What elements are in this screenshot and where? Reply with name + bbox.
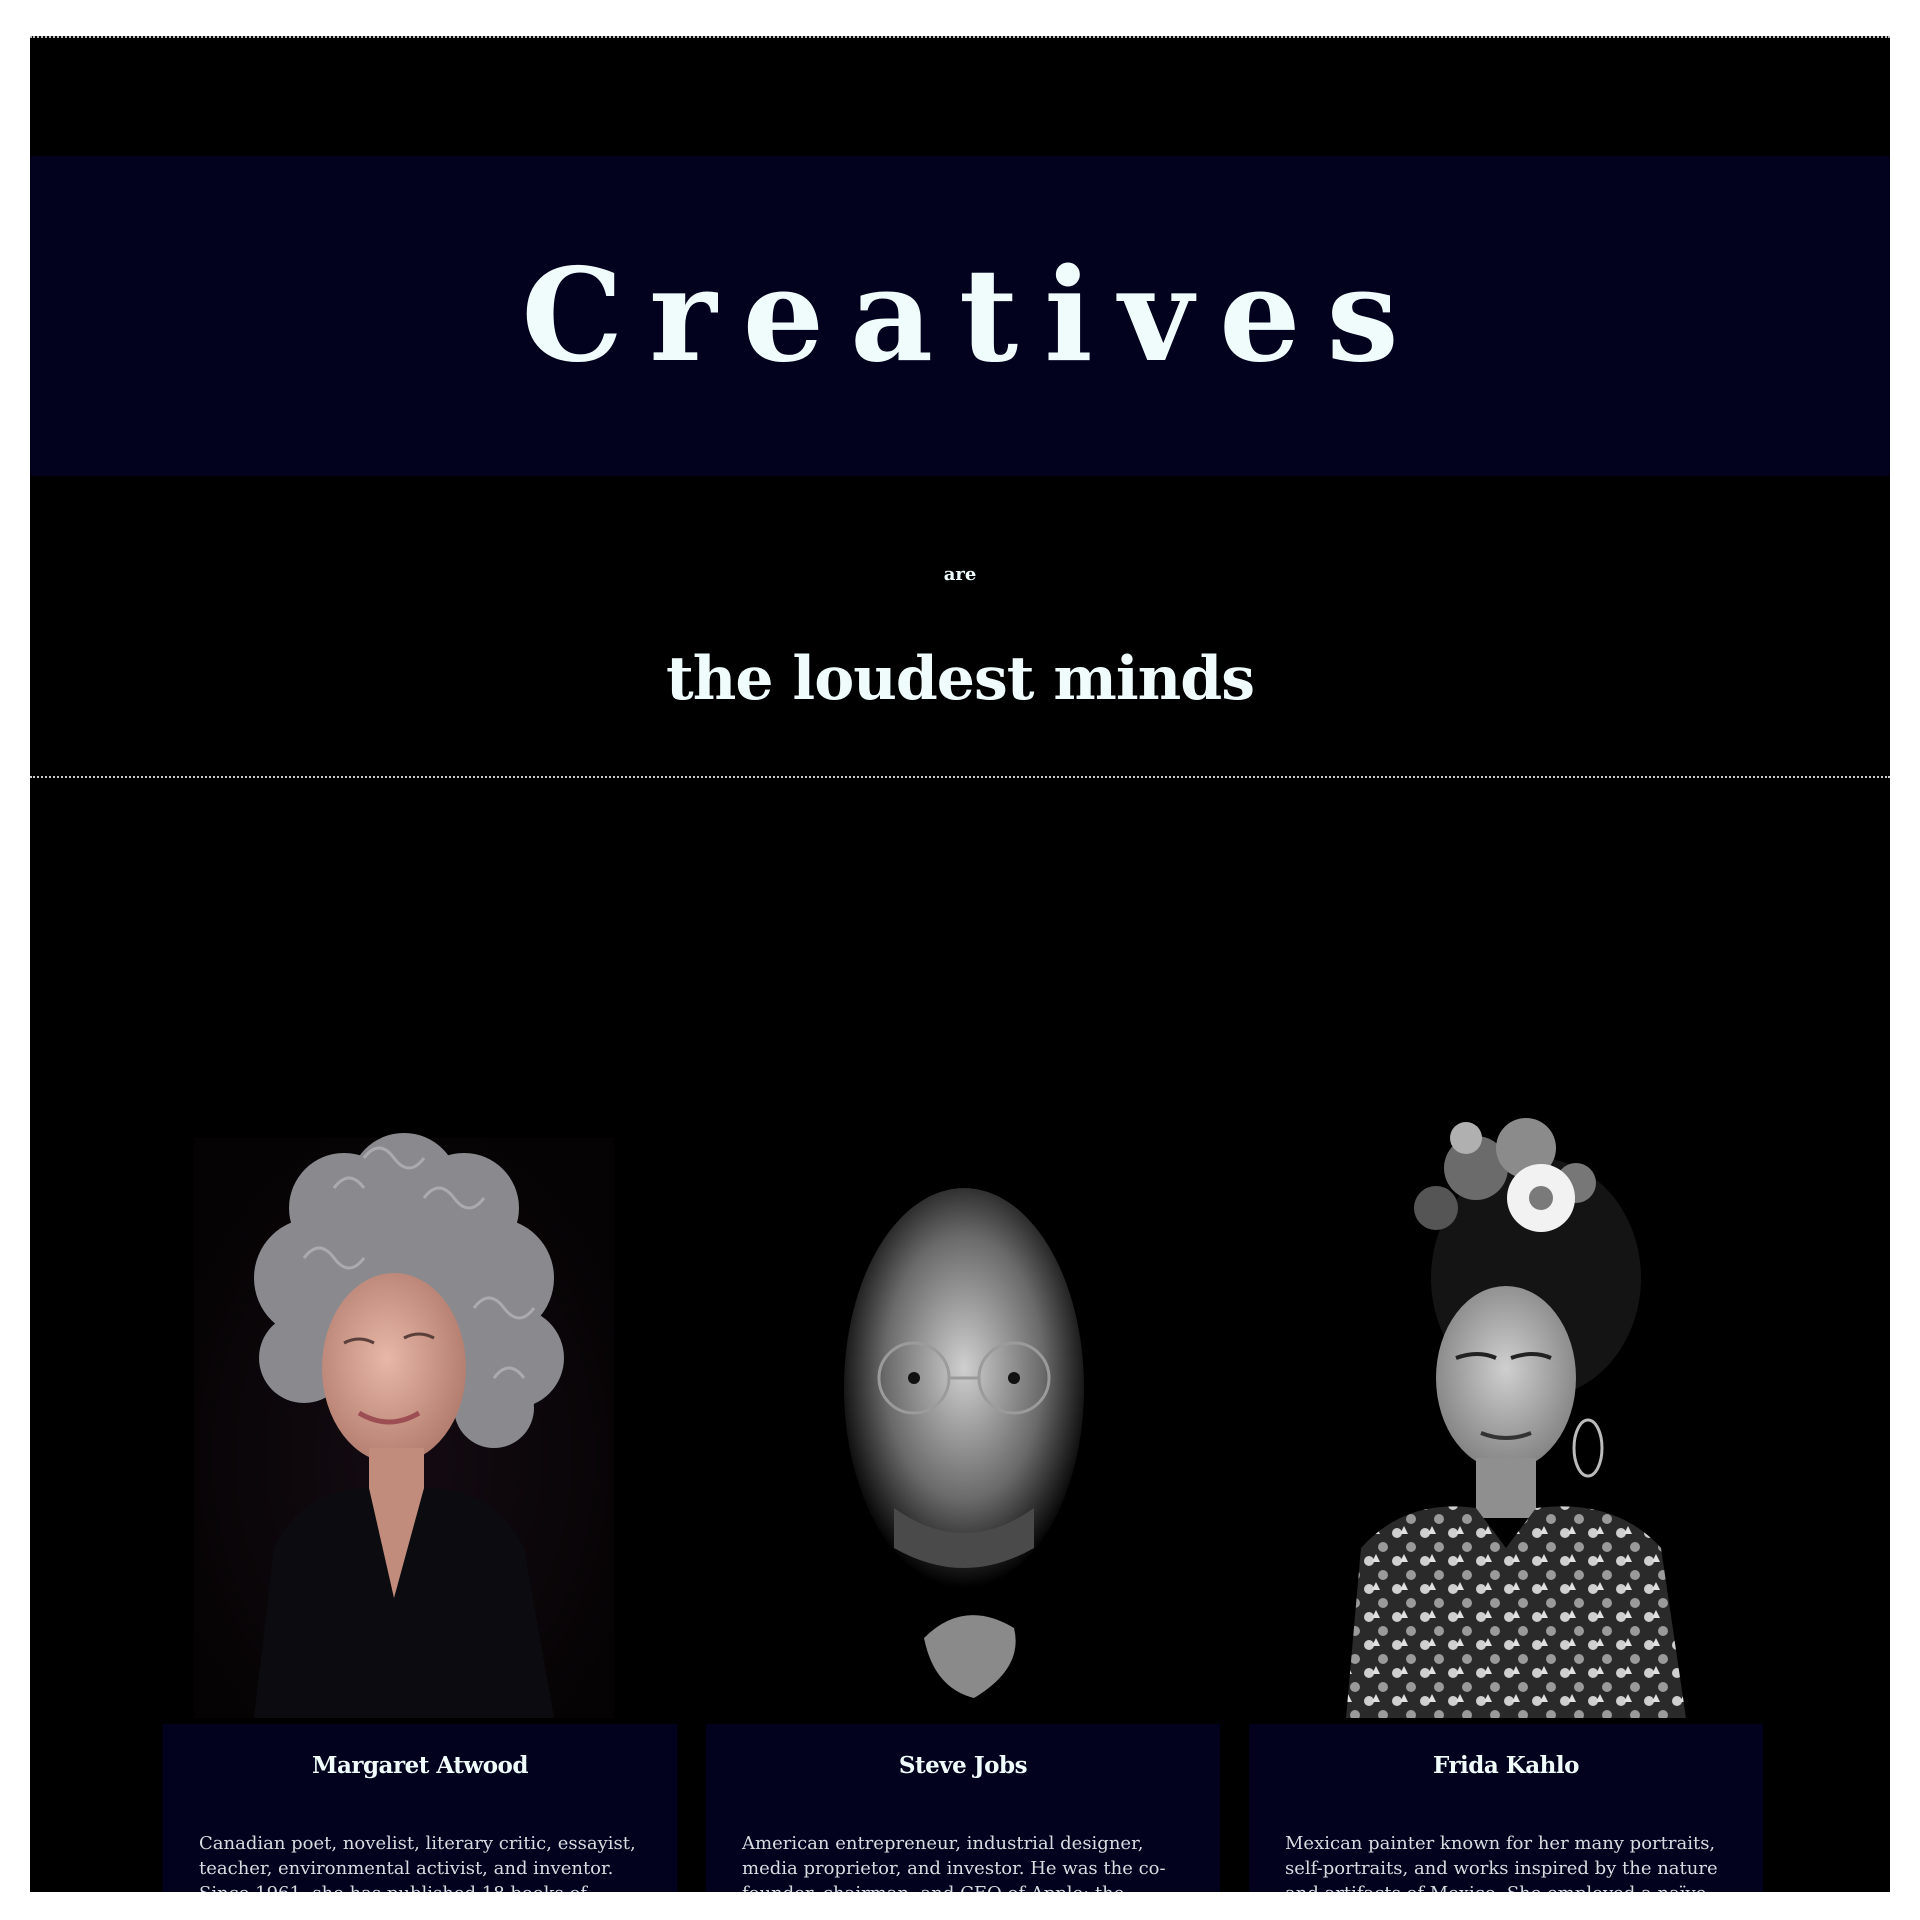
page-frame: Creatives are the loudest minds Margaret… (30, 36, 1890, 1892)
person-name: Margaret Atwood (312, 1752, 528, 1779)
portrait-steve-jobs (774, 1078, 1154, 1718)
person-bio: Mexican painter known for her many portr… (1285, 1833, 1718, 1892)
portrait-margaret-atwood (194, 1133, 614, 1718)
hero-title: Creatives (521, 241, 1425, 391)
portrait-frida-kahlo (1306, 1078, 1726, 1718)
tagline-big: the loudest minds (666, 644, 1255, 714)
person-card-margaret-atwood: Margaret Atwood Canadian poet, novelist,… (163, 1724, 677, 1892)
person-name: Steve Jobs (898, 1752, 1028, 1779)
tagline-small: are (943, 564, 977, 585)
person-bio: American entrepreneur, industrial design… (742, 1833, 1166, 1892)
hero-banner: Creatives (30, 156, 1890, 476)
person-card-steve-jobs: Steve Jobs American entrepreneur, indust… (706, 1724, 1220, 1892)
person-name: Frida Kahlo (1433, 1752, 1579, 1779)
person-card-frida-kahlo: Frida Kahlo Mexican painter known for he… (1249, 1724, 1763, 1892)
person-bio: Canadian poet, novelist, literary critic… (199, 1833, 636, 1892)
section-divider (30, 776, 1890, 778)
